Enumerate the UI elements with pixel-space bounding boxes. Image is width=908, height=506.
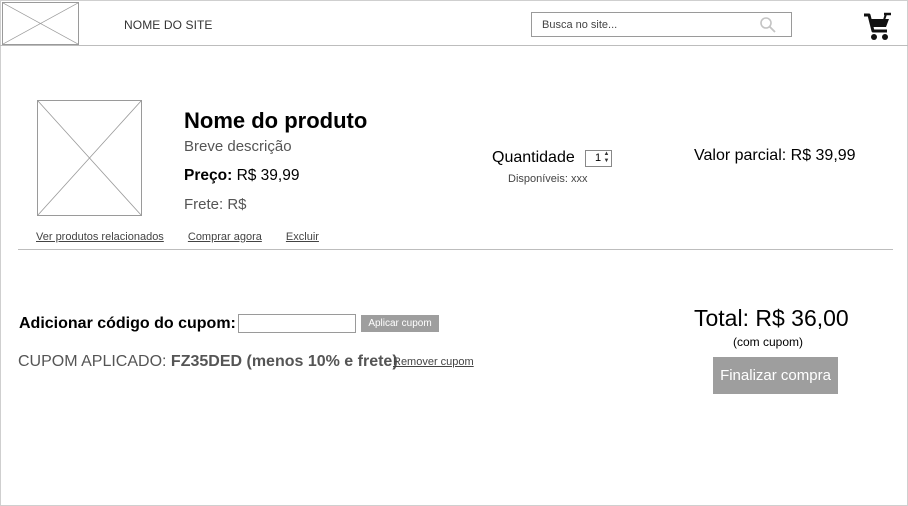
- cart-icon[interactable]: [862, 12, 894, 42]
- search-box[interactable]: [531, 12, 792, 37]
- price-label: Preço:: [184, 167, 233, 184]
- total-value: Total: R$ 36,00: [694, 305, 849, 331]
- stepper-arrows-icon[interactable]: ▲ ▼: [603, 151, 610, 166]
- divider: [18, 249, 893, 250]
- header: NOME DO SITE: [0, 0, 908, 46]
- search-icon[interactable]: [759, 16, 777, 34]
- quantity-value[interactable]: 1: [595, 152, 601, 164]
- coupon-input[interactable]: [238, 314, 356, 333]
- image-placeholder-icon: [3, 3, 78, 44]
- product-freight: Frete: R$: [184, 196, 247, 213]
- product-description: Breve descrição: [184, 138, 292, 155]
- buy-now-link[interactable]: Comprar agora: [188, 231, 262, 243]
- coupon-applied-prefix: CUPOM APLICADO:: [18, 353, 171, 370]
- apply-coupon-button[interactable]: Aplicar cupom: [361, 315, 439, 332]
- logo-placeholder[interactable]: [2, 2, 79, 45]
- delete-link[interactable]: Excluir: [286, 231, 319, 243]
- search-input[interactable]: [542, 18, 752, 32]
- image-placeholder-icon: [38, 101, 141, 215]
- coupon-applied: CUPOM APLICADO: FZ35DED (menos 10% e fre…: [18, 353, 398, 371]
- quantity-label: Quantidade: [492, 149, 575, 166]
- available-stock: Disponíveis: xxx: [508, 173, 588, 185]
- product-links: Ver produtos relacionados Comprar agora …: [36, 231, 340, 243]
- page-frame: [0, 0, 908, 506]
- coupon-label: Adicionar código do cupom:: [19, 315, 236, 332]
- product-price: Preço: R$ 39,99: [184, 167, 299, 185]
- site-name[interactable]: NOME DO SITE: [124, 18, 213, 32]
- price-value: R$ 39,99: [236, 167, 300, 184]
- product-image-placeholder[interactable]: [37, 100, 142, 216]
- finish-purchase-button[interactable]: Finalizar compra: [713, 357, 838, 394]
- total-note: (com cupom): [733, 335, 804, 349]
- coupon-applied-code: FZ35DED (menos 10% e frete): [170, 353, 398, 370]
- related-products-link[interactable]: Ver produtos relacionados: [36, 231, 164, 243]
- partial-value: Valor parcial: R$ 39,99: [694, 147, 856, 164]
- quantity-stepper[interactable]: 1 ▲ ▼: [585, 150, 612, 167]
- product-name[interactable]: Nome do produto: [184, 108, 367, 134]
- remove-coupon-link[interactable]: Remover cupom: [393, 356, 474, 368]
